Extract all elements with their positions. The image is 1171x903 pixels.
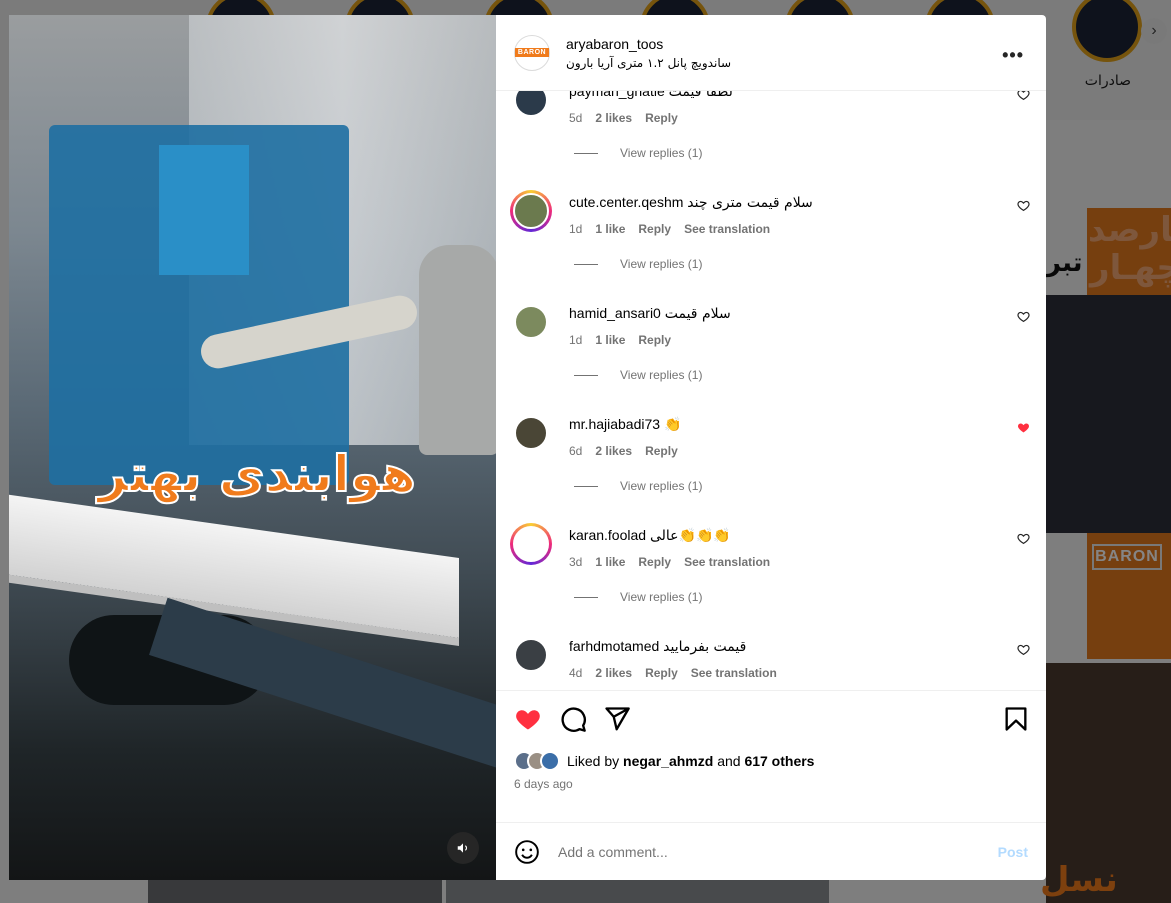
comment-age[interactable]: 6d bbox=[569, 444, 582, 458]
commenter-username[interactable]: karan.foolad bbox=[569, 527, 646, 543]
comment-item: hamid_ansari0 سلام قیمت 1d 1 like Reply View… bbox=[496, 305, 1046, 416]
comment-age[interactable]: 1d bbox=[569, 333, 582, 347]
comment-likes[interactable]: 2 likes bbox=[595, 666, 632, 680]
commenter-avatar[interactable] bbox=[510, 190, 552, 233]
like-heart-icon[interactable] bbox=[514, 705, 542, 733]
commenter-avatar[interactable] bbox=[510, 523, 552, 566]
comment-input[interactable] bbox=[558, 843, 958, 860]
view-replies-label: View replies (1) bbox=[620, 146, 703, 161]
comment-text: سلام قیمت bbox=[664, 306, 731, 323]
view-replies-button[interactable]: View replies (1) bbox=[574, 479, 702, 493]
commenter-username[interactable]: mr.hajiabadi73 bbox=[569, 416, 660, 432]
commenter-avatar[interactable] bbox=[514, 305, 548, 340]
comment-likes[interactable]: 1 like bbox=[595, 222, 625, 236]
post-comment-button[interactable]: Post bbox=[998, 844, 1028, 860]
view-replies-button[interactable]: View replies (1) bbox=[574, 257, 702, 271]
reply-button[interactable]: Reply bbox=[638, 555, 671, 569]
comment-age[interactable]: 3d bbox=[569, 555, 582, 569]
media-caption-overlay: هوابندی بهتر bbox=[97, 444, 418, 504]
commenter-avatar[interactable] bbox=[514, 638, 548, 673]
reply-button[interactable]: Reply bbox=[645, 444, 678, 458]
comment-age[interactable]: 1d bbox=[569, 222, 582, 236]
reply-button[interactable]: Reply bbox=[638, 222, 671, 236]
view-replies-button[interactable]: View replies (1) bbox=[574, 368, 702, 382]
commenter-username[interactable]: cute.center.qeshm bbox=[569, 194, 683, 210]
comments-list[interactable]: payman_ghatie لطفا قیمت 5d 2 likes Reply Vie… bbox=[496, 91, 1046, 689]
add-comment-bar: Post bbox=[496, 822, 1046, 880]
reply-button[interactable]: Reply bbox=[645, 666, 678, 680]
post-subtitle: ساندویچ پانل ۱.۲ متری آریا بارون bbox=[566, 55, 732, 70]
view-replies-label: View replies (1) bbox=[620, 479, 703, 494]
post-sidebar: BARON aryabaron_toos ساندویچ پانل ۱.۲ مت… bbox=[496, 15, 1046, 880]
likes-and: and bbox=[717, 752, 741, 769]
commenter-username[interactable]: farhdmotamed bbox=[569, 638, 659, 654]
post-date[interactable]: 6 days ago bbox=[514, 777, 573, 791]
view-replies-label: View replies (1) bbox=[620, 590, 703, 605]
view-replies-button[interactable]: View replies (1) bbox=[574, 590, 702, 604]
view-replies-button[interactable]: View replies (1) bbox=[574, 146, 702, 160]
comment-text: لطفا قیمت bbox=[668, 91, 733, 101]
post-header: BARON aryabaron_toos ساندویچ پانل ۱.۲ مت… bbox=[496, 15, 1046, 92]
see-translation-button[interactable]: See translation bbox=[684, 222, 770, 236]
post-media[interactable]: هوابندی بهتر bbox=[9, 15, 496, 880]
comment-item: payman_ghatie لطفا قیمت 5d 2 likes Reply Vie… bbox=[496, 91, 1046, 194]
commenter-username[interactable]: hamid_ansari0 bbox=[569, 305, 661, 321]
commenter-avatar[interactable] bbox=[514, 416, 548, 451]
author-avatar[interactable]: BARON bbox=[514, 34, 550, 71]
commenter-avatar[interactable] bbox=[514, 91, 548, 118]
comment-text: قیمت بفرمایید bbox=[663, 639, 747, 656]
view-replies-label: View replies (1) bbox=[620, 257, 703, 272]
liker-avatar[interactable] bbox=[540, 750, 560, 771]
comment-age[interactable]: 4d bbox=[569, 666, 582, 680]
see-translation-button[interactable]: See translation bbox=[691, 666, 777, 680]
author-username[interactable]: aryabaron_toos bbox=[566, 36, 731, 52]
media-tank bbox=[419, 245, 496, 455]
comment-age[interactable]: 5d bbox=[569, 111, 582, 125]
sound-toggle-button[interactable] bbox=[447, 832, 479, 864]
speaker-icon bbox=[457, 843, 468, 853]
commenter-username[interactable]: payman_ghatie bbox=[569, 91, 665, 99]
bookmark-icon[interactable] bbox=[1002, 705, 1030, 733]
post-modal: هوابندی بهتر BARON aryabaron_toos ساندوی… bbox=[9, 15, 1046, 880]
view-replies-label: View replies (1) bbox=[620, 368, 703, 383]
brand-logo: BARON bbox=[514, 48, 550, 58]
share-icon[interactable] bbox=[603, 705, 631, 733]
comment-likes[interactable]: 1 like bbox=[595, 555, 625, 569]
comment-likes[interactable]: 2 likes bbox=[595, 444, 632, 458]
see-translation-button[interactable]: See translation bbox=[684, 555, 770, 569]
comment-item: farhdmotamed قیمت بفرمایید 4d 2 likes Reply… bbox=[496, 638, 1046, 689]
likes-others[interactable]: 617 others bbox=[744, 753, 814, 769]
comment-text: عالی👏👏👏 bbox=[649, 528, 731, 545]
reply-button[interactable]: Reply bbox=[638, 333, 671, 347]
comment-item: karan.foolad عالی👏👏👏 3d 1 like Reply See tra… bbox=[496, 523, 1046, 638]
likes-prefix: Liked by bbox=[567, 752, 620, 769]
liker-username[interactable]: negar_ahmzd bbox=[623, 753, 713, 769]
comment-item: cute.center.qeshm سلام قیمت متری چند 1d 1 … bbox=[496, 190, 1046, 305]
comment-icon[interactable] bbox=[559, 705, 587, 733]
reply-button[interactable]: Reply bbox=[645, 111, 678, 125]
emoji-icon[interactable] bbox=[514, 839, 540, 865]
post-actions: Liked by negar_ahmzd and 617 others 6 da… bbox=[496, 689, 1046, 823]
comment-likes[interactable]: 2 likes bbox=[595, 111, 632, 125]
comment-item: mr.hajiabadi73 👏 6d 2 likes Reply View repli… bbox=[496, 416, 1046, 527]
comment-text: سلام قیمت متری چند bbox=[687, 195, 813, 212]
comment-text: 👏 bbox=[663, 417, 682, 434]
more-options-icon[interactable]: ••• bbox=[1002, 45, 1024, 66]
comment-likes[interactable]: 1 like bbox=[595, 333, 625, 347]
likes-summary: Liked by negar_ahmzd and 617 others bbox=[514, 750, 814, 771]
media-machine-part bbox=[159, 145, 249, 275]
